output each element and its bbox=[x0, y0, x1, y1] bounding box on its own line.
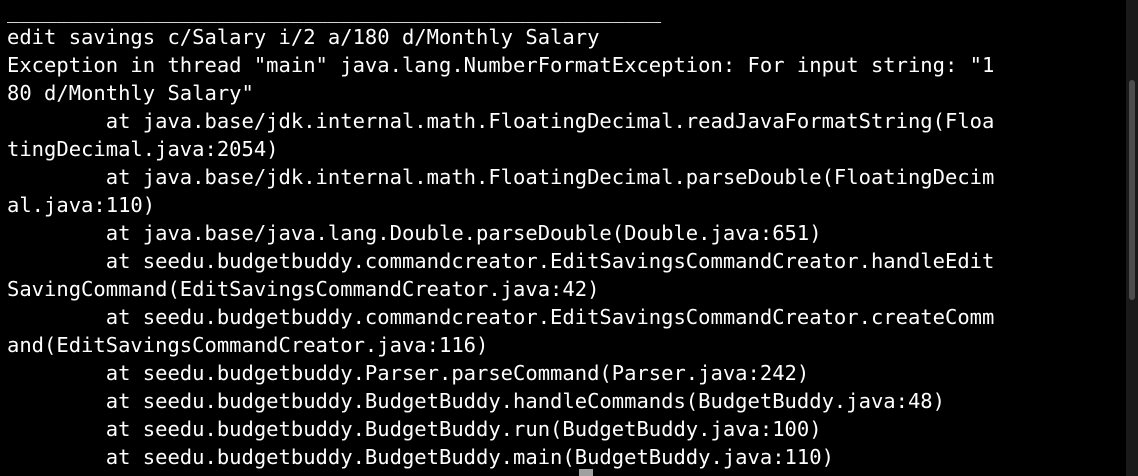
terminal-output[interactable]: ________________________________________… bbox=[0, 0, 1126, 476]
stack-trace-line: at java.base/java.lang.Double.parseDoubl… bbox=[7, 221, 822, 245]
stack-trace-line: at seedu.budgetbuddy.Parser.parseCommand… bbox=[7, 361, 810, 385]
vertical-scrollbar[interactable] bbox=[1126, 0, 1138, 476]
stack-trace-line: at seedu.budgetbuddy.commandcreator.Edit… bbox=[7, 305, 995, 329]
stack-trace-line: at seedu.budgetbuddy.commandcreator.Edit… bbox=[7, 249, 995, 273]
stack-trace-line: at seedu.budgetbuddy.BudgetBuddy.handleC… bbox=[7, 389, 945, 413]
stack-trace-line: at seedu.budgetbuddy.BudgetBuddy.run(Bud… bbox=[7, 417, 822, 441]
separator-line: ________________________________________… bbox=[7, 0, 662, 23]
command-echo-line: edit savings c/Salary i/2 a/180 d/Monthl… bbox=[7, 25, 600, 49]
stack-trace-line: at java.base/jdk.internal.math.FloatingD… bbox=[7, 109, 995, 133]
stack-trace-line: at java.base/jdk.internal.math.FloatingD… bbox=[7, 165, 995, 189]
exception-line: Exception in thread "main" java.lang.Num… bbox=[7, 53, 995, 77]
stack-trace-line: tingDecimal.java:2054) bbox=[7, 137, 279, 161]
text-cursor bbox=[579, 469, 593, 476]
exception-line: 80 d/Monthly Salary" bbox=[7, 81, 254, 105]
stack-trace-line: al.java:110) bbox=[7, 193, 156, 217]
stack-trace-line: SavingCommand(EditSavingsCommandCreator.… bbox=[7, 277, 600, 301]
scrollbar-thumb[interactable] bbox=[1129, 80, 1135, 300]
stack-trace-line: and(EditSavingsCommandCreator.java:116) bbox=[7, 333, 489, 357]
stack-trace-line: at seedu.budgetbuddy.BudgetBuddy.main(Bu… bbox=[7, 445, 834, 469]
